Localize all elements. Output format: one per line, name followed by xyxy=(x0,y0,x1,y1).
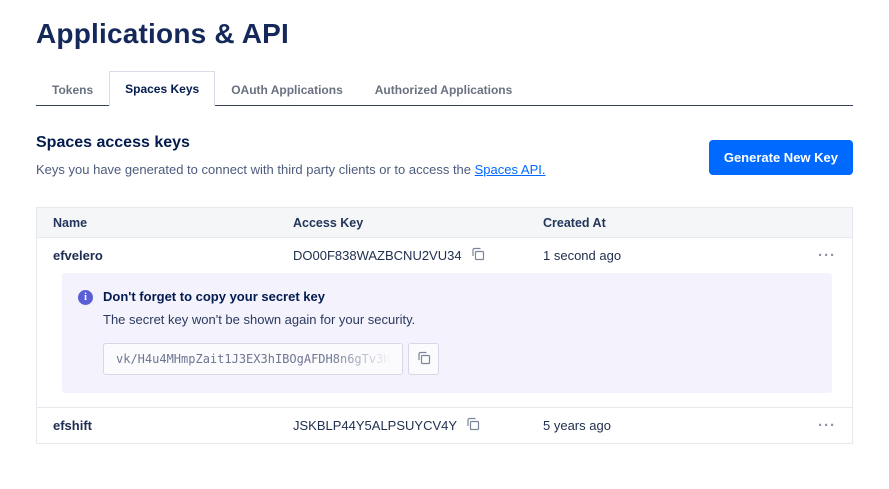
access-key-value: JSKBLP44Y5ALPSUYCV4Y xyxy=(293,418,457,433)
table-row: efshift JSKBLP44Y5ALPSUYCV4Y 5 years ago… xyxy=(37,407,852,443)
copy-access-key-button[interactable] xyxy=(466,417,480,434)
secret-notice-row: i Don't forget to copy your secret key T… xyxy=(37,273,852,407)
copy-icon xyxy=(466,417,480,434)
generate-new-key-button[interactable]: Generate New Key xyxy=(709,140,853,175)
copy-secret-key-button[interactable] xyxy=(408,343,439,375)
copy-icon xyxy=(471,247,485,264)
row-menu-icon[interactable]: ··· xyxy=(818,417,836,434)
secret-key-row: vk/H4u4MHmpZait1J3EX3hIBOgAFDH8n6gTv3H xyxy=(103,343,816,375)
column-header-created-at: Created At xyxy=(543,216,780,230)
section-title: Spaces access keys xyxy=(36,134,545,152)
secret-notice-subtitle: The secret key won't be shown again for … xyxy=(103,312,816,327)
key-name: efvelero xyxy=(53,248,293,263)
secret-key-value: vk/H4u4MHmpZait1J3EX3hIBOgAFDH8n6gTv3H xyxy=(103,343,403,375)
table-row: efvelero DO00F838WAZBCNU2VU34 1 second a… xyxy=(37,237,852,273)
column-header-name: Name xyxy=(53,216,293,230)
created-at-value: 5 years ago xyxy=(543,418,780,433)
tab-spaces-keys[interactable]: Spaces Keys xyxy=(109,71,215,106)
copy-icon xyxy=(417,351,431,368)
section-header: Spaces access keys Keys you have generat… xyxy=(36,134,853,177)
tab-oauth-applications[interactable]: OAuth Applications xyxy=(215,72,359,106)
access-key-value: DO00F838WAZBCNU2VU34 xyxy=(293,248,462,263)
created-at-value: 1 second ago xyxy=(543,248,780,263)
tab-tokens[interactable]: Tokens xyxy=(36,72,109,106)
spaces-api-link[interactable]: Spaces API. xyxy=(475,162,546,177)
section-description: Keys you have generated to connect with … xyxy=(36,162,545,177)
tab-bar: Tokens Spaces Keys OAuth Applications Au… xyxy=(36,70,853,106)
keys-table: Name Access Key Created At efvelero DO00… xyxy=(36,207,853,444)
column-header-access-key: Access Key xyxy=(293,216,543,230)
info-icon: i xyxy=(78,290,93,305)
row-menu-icon[interactable]: ··· xyxy=(818,247,836,264)
tab-authorized-applications[interactable]: Authorized Applications xyxy=(359,72,529,106)
key-name: efshift xyxy=(53,418,293,433)
table-header-row: Name Access Key Created At xyxy=(37,208,852,237)
copy-access-key-button[interactable] xyxy=(471,247,485,264)
secret-notice-panel: i Don't forget to copy your secret key T… xyxy=(62,273,832,393)
section-text-block: Spaces access keys Keys you have generat… xyxy=(36,134,545,177)
page-container: Applications & API Tokens Spaces Keys OA… xyxy=(0,18,889,444)
secret-notice-title: Don't forget to copy your secret key xyxy=(103,289,816,304)
page-title: Applications & API xyxy=(36,18,853,50)
description-text: Keys you have generated to connect with … xyxy=(36,162,475,177)
